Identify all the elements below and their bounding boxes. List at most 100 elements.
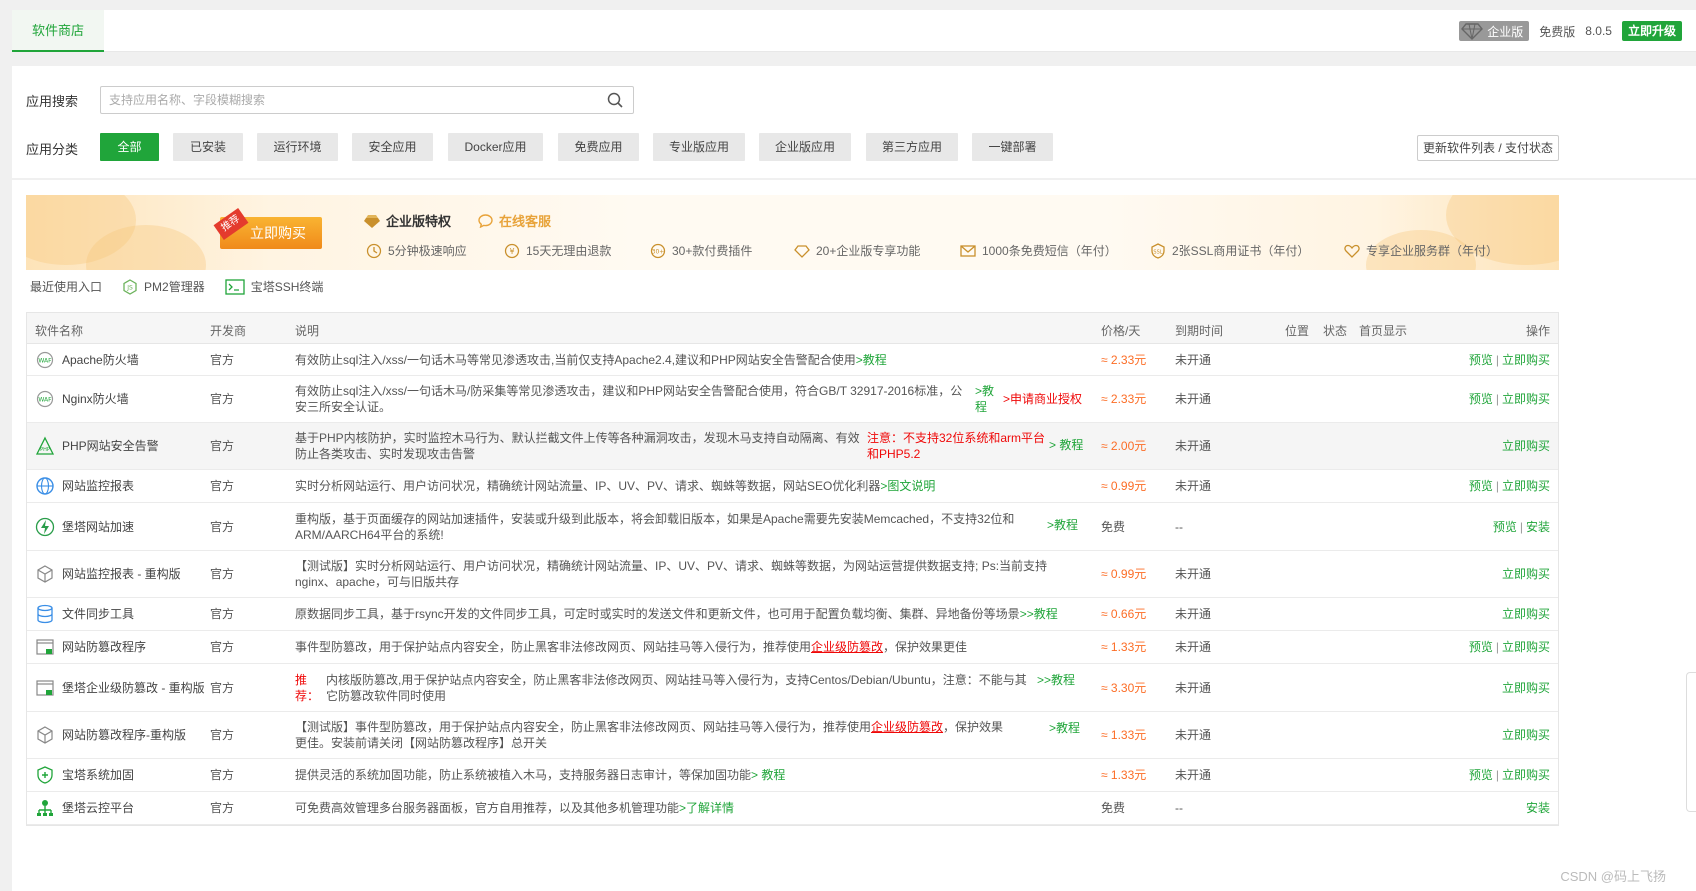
operations: 立即购买 <box>1502 606 1550 622</box>
software-name[interactable]: 网站监控报表 - 重构版 <box>35 564 181 584</box>
tutorial-link[interactable]: >教程 <box>1047 517 1078 533</box>
buy-now-link[interactable]: 立即购买 <box>1502 439 1550 453</box>
preview-link[interactable]: 预览 <box>1469 768 1493 782</box>
software-name-label: 堡塔网站加速 <box>62 519 135 534</box>
buy-now-link[interactable]: 立即购买 <box>1502 567 1550 581</box>
upgrade-button[interactable]: 立即升级 <box>1621 21 1682 41</box>
recent-item-pm2[interactable]: JS PM2管理器 <box>122 278 205 295</box>
preview-link[interactable]: 预览 <box>1469 392 1493 406</box>
table-row: 网站监控报表 官方 实时分析网站运行、用户访问状况，精确统计网站流量、IP、UV… <box>27 470 1558 503</box>
plugin-icon: 30+ <box>650 243 666 258</box>
table-row: 堡塔网站加速 官方 重构版，基于页面缓存的网站加速插件，安装或升级到此版本，将会… <box>27 503 1558 551</box>
description: 事件型防篡改，用于保护站点内容安全，防止黑客非法修改网页、网站挂马等入侵行为，推… <box>295 639 1095 655</box>
software-name[interactable]: WAF Apache防火墙 <box>35 350 139 370</box>
search-input[interactable] <box>101 87 581 113</box>
category-free[interactable]: 免费应用 <box>558 133 639 161</box>
category-runtime[interactable]: 运行环境 <box>257 133 338 161</box>
tutorial-link[interactable]: >教程 <box>1049 720 1080 736</box>
enterprise-tamper-link[interactable]: 企业级防篡改 <box>871 720 943 734</box>
description-text: 有效防止sql注入/xss/一句话木马等常见渗透攻击,当前仅支持Apache2.… <box>295 352 856 367</box>
buy-now-link[interactable]: 立即购买 <box>1502 479 1550 493</box>
shield-plus-icon <box>35 765 55 785</box>
tutorial-link[interactable]: >图文说明 <box>880 479 935 493</box>
software-name[interactable]: 文件同步工具 <box>35 604 134 624</box>
edition-info: 企业版 免费版 8.0.5 立即升级 <box>1459 20 1682 42</box>
description-text: 重构版，基于页面缓存的网站加速插件，安装或升级到此版本，将会卸载旧版本，如果是A… <box>295 511 1015 542</box>
software-name[interactable]: 网站防篡改程序-重构版 <box>35 725 186 745</box>
install-link[interactable]: 安装 <box>1526 520 1550 534</box>
software-name[interactable]: WAF Nginx防火墙 <box>35 389 129 409</box>
software-name[interactable]: 宝塔系统加固 <box>35 765 134 785</box>
learn-more-link[interactable]: >了解详情 <box>679 801 734 815</box>
expire-time: 未开通 <box>1175 680 1212 695</box>
database-sync-icon <box>35 604 55 624</box>
software-name[interactable]: 网站监控报表 <box>35 476 134 496</box>
category-one-click-deploy[interactable]: 一键部署 <box>972 133 1053 161</box>
side-float-panel[interactable] <box>1686 672 1696 812</box>
description-text: 【测试版】实时分析网站运行、用户访问状况，精确统计网站流量、IP、UV、PV、请… <box>295 559 1048 589</box>
category-pro[interactable]: 专业版应用 <box>653 133 745 161</box>
category-installed[interactable]: 已安装 <box>173 133 243 161</box>
free-edition-label: 免费版 <box>1539 24 1576 39</box>
tutorial-link[interactable]: >教程 <box>975 383 1001 415</box>
developer: 官方 <box>210 479 235 493</box>
header-expire[interactable]: 到期时间 <box>1175 322 1223 339</box>
software-name[interactable]: PHP PHP网站安全告警 <box>35 436 159 456</box>
description: 有效防止sql注入/xss/一句话木马等常见渗透攻击,当前仅支持Apache2.… <box>295 352 1095 368</box>
developer: 官方 <box>210 607 235 621</box>
expire-time: 未开通 <box>1175 728 1212 742</box>
recent-entries: 最近使用入口 JS PM2管理器 宝塔SSH终端 <box>30 278 323 295</box>
header-price[interactable]: 价格/天 <box>1101 322 1140 339</box>
online-service-link[interactable]: 在线客服 <box>478 211 551 230</box>
install-link[interactable]: 安装 <box>1526 801 1550 815</box>
feature-label: 2张SSL商用证书（年付） <box>1172 244 1310 258</box>
buy-now-link[interactable]: 立即购买 <box>1502 640 1550 654</box>
table-row: WAF Nginx防火墙 官方 有效防止sql注入/xss/一句话木马/防采集等… <box>27 376 1558 423</box>
update-list-button[interactable]: 更新软件列表 / 支付状态 <box>1417 135 1559 161</box>
feature-label: 5分钟极速响应 <box>388 244 467 258</box>
description-text: 事件型防篡改，用于保护站点内容安全，防止黑客非法修改网页、网站挂马等入侵行为，推… <box>295 640 812 654</box>
software-name[interactable]: 堡塔云控平台 <box>35 798 134 818</box>
waf-icon: WAF <box>35 389 55 409</box>
feature-item: 30+ 30+款付费插件 <box>650 242 752 259</box>
description: 原数据同步工具，基于rsync开发的文件同步工具，可定时或实时的发送文件和更新文… <box>295 606 1095 622</box>
buy-now-link[interactable]: 立即购买 <box>1502 681 1550 695</box>
category-docker[interactable]: Docker应用 <box>448 133 543 161</box>
search-icon[interactable] <box>607 92 623 108</box>
tab-software-store[interactable]: 软件商店 <box>12 10 104 52</box>
header-name[interactable]: 软件名称 <box>35 322 83 339</box>
recent-item-label: PM2管理器 <box>144 280 205 294</box>
buy-now-link[interactable]: 立即购买 <box>1502 768 1550 782</box>
tutorial-link[interactable]: > 教程 <box>751 768 785 782</box>
buy-now-link[interactable]: 立即购买 <box>1502 392 1550 406</box>
description: 【测试版】事件型防篡改，用于保护站点内容安全，防止黑客非法修改网页、网站挂马等入… <box>295 719 1015 751</box>
software-name[interactable]: 网站防篡改程序 <box>35 637 146 657</box>
category-enterprise[interactable]: 企业版应用 <box>759 133 851 161</box>
feature-label: 专享企业服务群（年付） <box>1366 244 1499 258</box>
operations: 预览 | 立即购买 <box>1468 640 1550 654</box>
category-security[interactable]: 安全应用 <box>352 133 433 161</box>
preview-link[interactable]: 预览 <box>1493 520 1517 534</box>
preview-link[interactable]: 预览 <box>1469 353 1493 367</box>
tutorial-link[interactable]: >>教程 <box>1020 607 1058 621</box>
category-third-party[interactable]: 第三方应用 <box>866 133 958 161</box>
recent-item-ssh-terminal[interactable]: 宝塔SSH终端 <box>225 278 323 295</box>
buy-now-link[interactable]: 立即购买 <box>1502 607 1550 621</box>
description: 实时分析网站运行、用户访问状况，精确统计网站流量、IP、UV、PV、请求、蜘蛛等… <box>295 478 1095 494</box>
software-name[interactable]: 堡塔网站加速 <box>35 517 134 537</box>
category-all[interactable]: 全部 <box>100 133 159 161</box>
enterprise-tamper-link[interactable]: 企业级防篡改 <box>811 640 883 654</box>
buy-now-link[interactable]: 立即购买 <box>1502 728 1550 742</box>
tutorial-link[interactable]: >>教程 <box>1037 672 1075 688</box>
preview-link[interactable]: 预览 <box>1469 479 1493 493</box>
software-name[interactable]: 堡塔企业级防篡改 - 重构版 <box>35 678 205 698</box>
commercial-license-link[interactable]: >申请商业授权 <box>1003 391 1083 407</box>
tutorial-link[interactable]: >教程 <box>856 353 887 367</box>
description-text: 【测试版】事件型防篡改，用于保护站点内容安全，防止黑客非法修改网页、网站挂马等入… <box>295 720 872 734</box>
buy-now-link[interactable]: 立即购买 <box>1502 353 1550 367</box>
enterprise-badge[interactable]: 企业版 <box>1459 21 1530 41</box>
preview-link[interactable]: 预览 <box>1469 640 1493 654</box>
description: 提供灵活的系统加固功能，防止系统被植入木马，支持服务器日志审计，等保加固功能> … <box>295 767 1095 783</box>
tutorial-link[interactable]: > 教程 <box>1049 437 1083 453</box>
table-row: 堡塔云控平台 官方 可免费高效管理多台服务器面板，官方自用推荐，以及其他多机管理… <box>27 792 1558 825</box>
